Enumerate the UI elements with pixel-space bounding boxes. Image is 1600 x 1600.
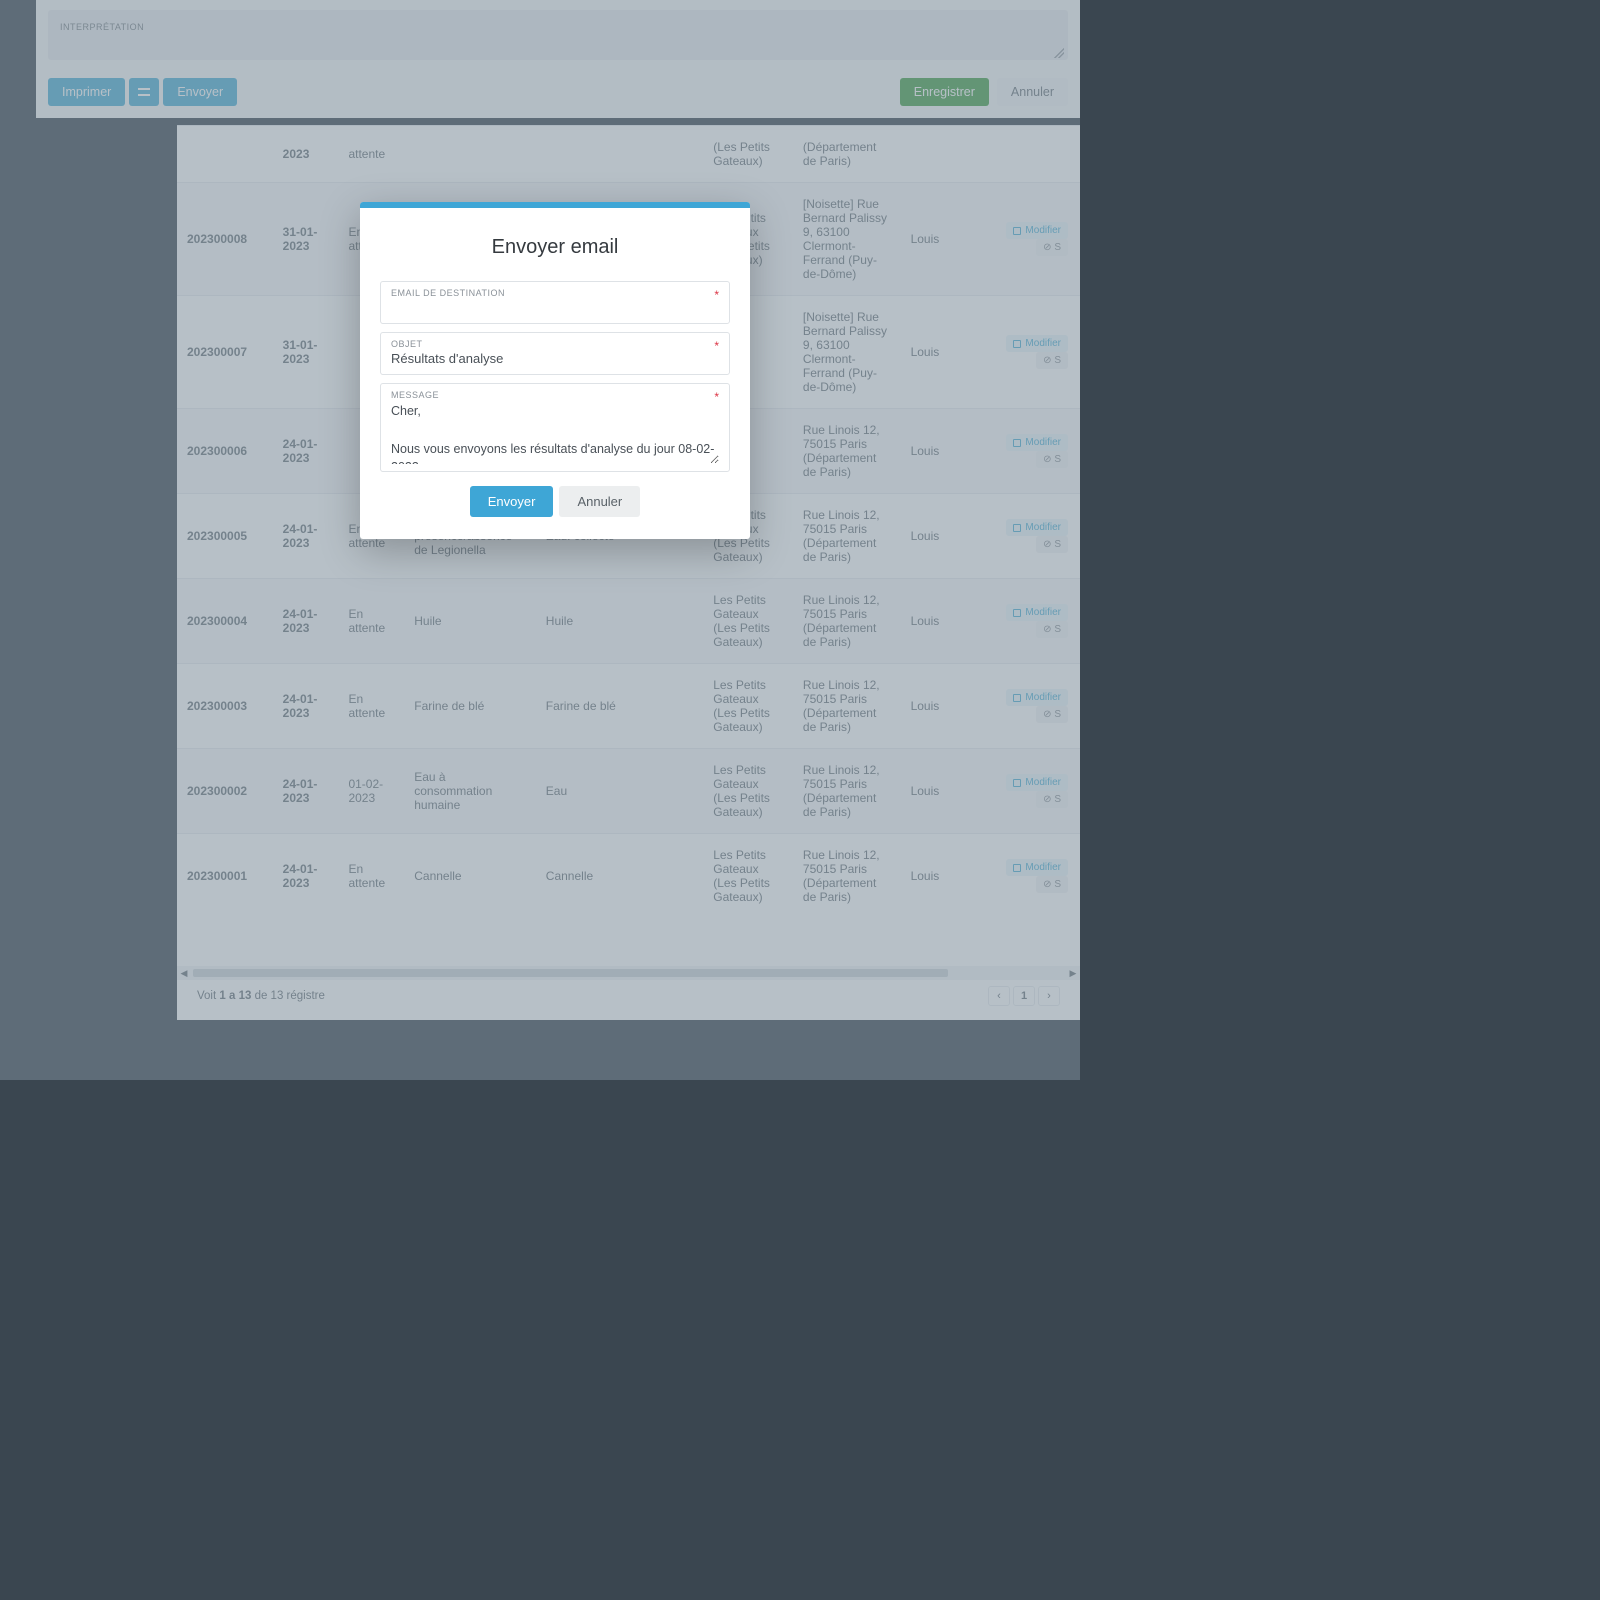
message-label: MESSAGE [391, 390, 719, 400]
required-mark: * [714, 288, 719, 302]
message-textarea[interactable] [391, 402, 719, 464]
subject-field-wrapper: OBJET * [380, 332, 730, 375]
modal-title: Envoyer email [380, 236, 730, 259]
email-field-wrapper: EMAIL DE DESTINATION * [380, 281, 730, 324]
subject-input[interactable] [391, 351, 719, 366]
email-label: EMAIL DE DESTINATION [391, 288, 719, 298]
required-mark: * [714, 339, 719, 353]
email-input[interactable] [391, 300, 719, 315]
subject-label: OBJET [391, 339, 719, 349]
modal-send-button[interactable]: Envoyer [470, 486, 554, 517]
required-mark: * [714, 390, 719, 404]
message-field-wrapper: MESSAGE * [380, 383, 730, 472]
modal-backdrop[interactable] [0, 0, 1080, 1080]
modal-cancel-button[interactable]: Annuler [559, 486, 640, 517]
send-email-modal: Envoyer email EMAIL DE DESTINATION * OBJ… [360, 202, 750, 539]
